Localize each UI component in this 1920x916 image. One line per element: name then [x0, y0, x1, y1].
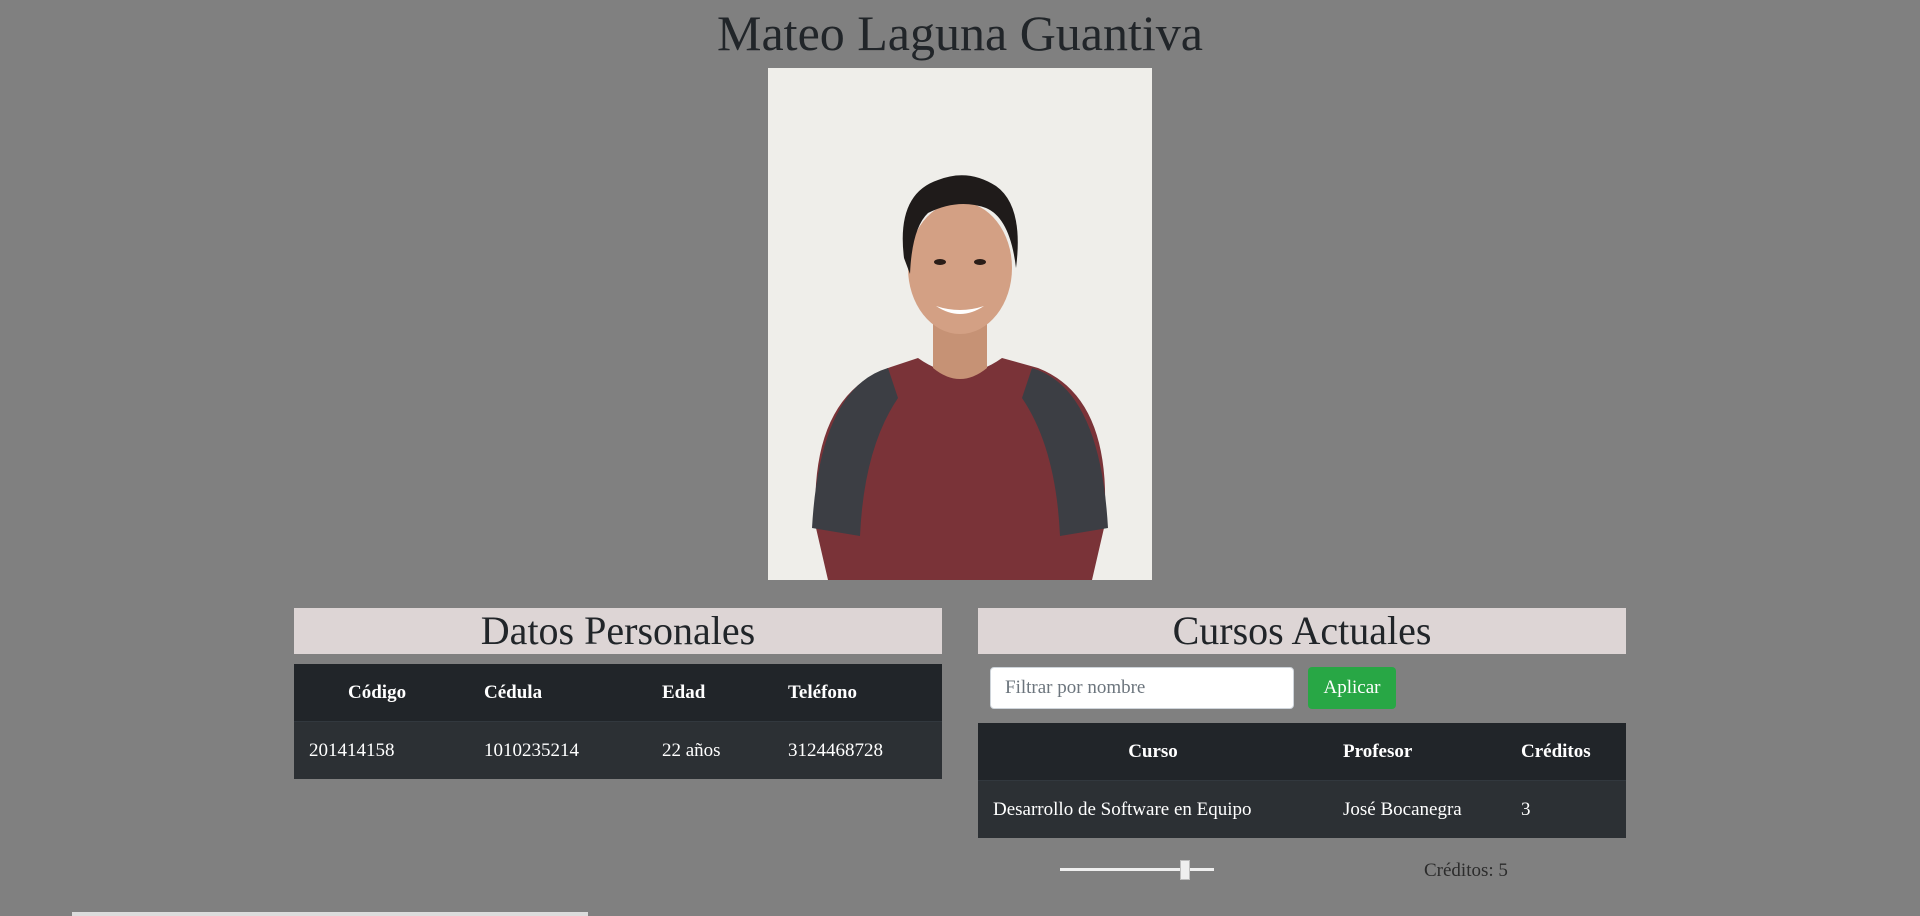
creditos-cell: 3 [1506, 780, 1626, 838]
slider-thumb[interactable] [1180, 860, 1190, 880]
profesor-cell: José Bocanegra [1328, 780, 1506, 838]
courses-table: Curso Profesor Créditos Desarrollo de So… [978, 723, 1626, 838]
codigo-cell: 201414158 [294, 721, 469, 779]
apply-button[interactable]: Aplicar [1308, 667, 1396, 709]
credits-label: Créditos: 5 [1424, 860, 1508, 881]
page-title: Mateo Laguna Guantiva [717, 5, 1203, 61]
profile-photo [768, 68, 1152, 580]
filter-input[interactable] [990, 667, 1294, 709]
personal-data-table: Código Cédula Edad Teléfono 201414158 10… [294, 664, 942, 779]
bottom-strip [72, 912, 588, 916]
column-header-profesor: Profesor [1328, 723, 1506, 781]
column-header-cedula: Cédula [469, 664, 647, 722]
table-row: Desarrollo de Software en Equipo José Bo… [978, 780, 1626, 838]
edad-cell: 22 años [647, 721, 773, 779]
table-header-row: Código Cédula Edad Teléfono [294, 664, 942, 722]
table-header-row: Curso Profesor Créditos [978, 723, 1626, 781]
telefono-cell: 3124468728 [773, 721, 942, 779]
table-row: 201414158 1010235214 22 años 3124468728 [294, 721, 942, 779]
column-header-codigo: Código [294, 664, 469, 722]
courses-header: Cursos Actuales [978, 608, 1626, 654]
column-header-telefono: Teléfono [773, 664, 942, 722]
column-header-curso: Curso [978, 723, 1328, 781]
credits-slider[interactable] [1060, 860, 1214, 880]
slider-track [1060, 868, 1214, 871]
curso-cell: Desarrollo de Software en Equipo [978, 780, 1328, 838]
cedula-cell: 1010235214 [469, 721, 647, 779]
column-header-creditos: Créditos [1506, 723, 1626, 781]
personal-data-header: Datos Personales [294, 608, 942, 654]
column-header-edad: Edad [647, 664, 773, 722]
